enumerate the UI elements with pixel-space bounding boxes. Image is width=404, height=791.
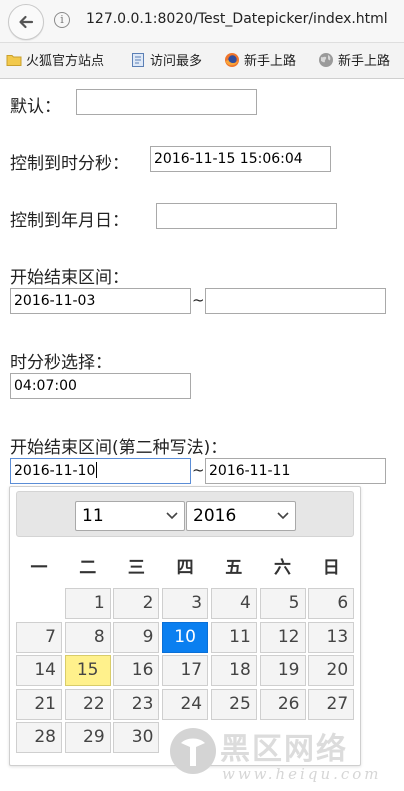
text-caret [96, 462, 98, 478]
time-label: 时分秒选择： [10, 353, 112, 373]
day-cell[interactable]: 2 [113, 588, 160, 619]
default-label: 默认： [10, 97, 61, 117]
bookmark-label: 访问最多 [150, 54, 203, 69]
day-cell[interactable]: 29 [64, 722, 111, 753]
year-select-value: 2016 [193, 506, 237, 526]
bookmark-getting-started-1[interactable]: 新手上路 [224, 50, 296, 69]
watermark-url: www.heiqu.com [222, 765, 382, 783]
range-separator: ~ [192, 291, 205, 309]
day-cell[interactable]: 27 [308, 688, 355, 720]
bookmark-label: 新手上路 [244, 54, 297, 69]
day-cell[interactable]: 4 [210, 588, 257, 619]
range2-label: 开始结束区间(第二种写法)： [10, 438, 228, 458]
day-cell[interactable]: 14 [16, 655, 62, 686]
weekday-header: 五 [225, 558, 243, 578]
weekday-header: 二 [79, 558, 97, 578]
day-cell[interactable]: 1 [64, 588, 111, 619]
site-info-icon[interactable]: i [54, 12, 70, 28]
day-cell[interactable]: 23 [113, 688, 160, 720]
day-cell[interactable]: 12 [259, 621, 306, 653]
browser-chrome: i 127.0.0.1:8020/Test_Datepicker/index.h… [0, 0, 404, 79]
range-start-input[interactable]: 2016-11-03 [10, 288, 191, 314]
day-cell[interactable]: 30 [113, 722, 160, 753]
chevron-down-icon [277, 512, 289, 520]
bookmark-firefox-official[interactable]: 火狐官方站点 [6, 50, 104, 69]
range2-start-input[interactable]: 2016-11-10 [10, 458, 191, 484]
day-cell[interactable]: 21 [16, 688, 62, 720]
datetime-input[interactable]: 2016-11-15 15:06:04 [150, 146, 331, 172]
range2-start-value: 2016-11-10 [14, 463, 96, 479]
date-input[interactable] [156, 203, 337, 229]
bookmark-getting-started-2[interactable]: 新手上路 [318, 50, 390, 69]
day-cell[interactable]: 11 [210, 621, 257, 653]
date-label: 控制到年月日： [10, 211, 129, 231]
weekday-header: 日 [322, 558, 340, 578]
day-cell[interactable]: 28 [16, 722, 62, 753]
weekday-header: 一 [30, 558, 48, 578]
day-cell[interactable]: 19 [259, 655, 306, 686]
month-select-value: 11 [82, 506, 104, 526]
address-bar[interactable]: i 127.0.0.1:8020/Test_Datepicker/index.h… [0, 0, 404, 43]
weekday-header: 四 [176, 558, 194, 578]
day-cell[interactable]: 9 [113, 621, 160, 653]
datetime-label: 控制到时分秒： [10, 154, 129, 174]
back-arrow-icon [19, 15, 34, 29]
day-cell[interactable]: 16 [113, 655, 160, 686]
document-icon [132, 52, 144, 67]
datepicker-header: 11 2016 [16, 491, 354, 537]
day-cell[interactable]: 20 [308, 655, 355, 686]
bookmarks-toolbar: 火狐官方站点 访问最多 新手上路 新手上路 [0, 45, 404, 75]
weekday-header: 六 [274, 558, 291, 578]
day-cell-selected[interactable]: 10 [162, 621, 209, 653]
folder-icon [6, 54, 22, 66]
day-cell[interactable]: 25 [210, 688, 257, 720]
watermark: 黑区网络 www.heiqu.com [168, 722, 404, 791]
day-cell[interactable]: 26 [259, 688, 306, 720]
day-cell[interactable]: 17 [162, 655, 209, 686]
time-input[interactable]: 04:07:00 [10, 373, 191, 399]
range2-end-input[interactable]: 2016-11-11 [205, 458, 386, 484]
url-text[interactable]: 127.0.0.1:8020/Test_Datepicker/index.htm… [86, 11, 388, 27]
bookmark-label: 火狐官方站点 [26, 54, 105, 69]
day-cell-today[interactable]: 15 [64, 655, 111, 686]
day-cell[interactable]: 18 [210, 655, 257, 686]
day-cell[interactable]: 13 [308, 621, 355, 653]
range-end-input[interactable] [205, 288, 386, 314]
default-date-input[interactable] [76, 89, 257, 115]
day-cell[interactable]: 6 [308, 588, 355, 619]
day-cell[interactable]: 22 [64, 688, 111, 720]
day-cell[interactable]: 7 [16, 621, 62, 653]
month-select[interactable]: 11 [75, 501, 185, 531]
globe-icon [319, 52, 333, 67]
chevron-down-icon [166, 512, 178, 520]
watermark-text: 黑区网络 [220, 732, 348, 767]
year-select[interactable]: 2016 [186, 501, 296, 531]
watermark-logo-icon [170, 728, 216, 774]
weekday-header: 三 [127, 558, 145, 578]
day-cell[interactable]: 3 [162, 588, 209, 619]
day-cell[interactable]: 24 [162, 688, 209, 720]
bookmark-label: 新手上路 [338, 54, 391, 69]
day-cell[interactable]: 5 [259, 588, 306, 619]
firefox-icon [225, 52, 239, 67]
bookmark-most-visited[interactable]: 访问最多 [130, 50, 202, 69]
range-label: 开始结束区间： [10, 268, 129, 288]
day-cell[interactable]: 8 [64, 621, 111, 653]
back-button[interactable] [8, 4, 44, 40]
range2-separator: ~ [192, 461, 205, 479]
